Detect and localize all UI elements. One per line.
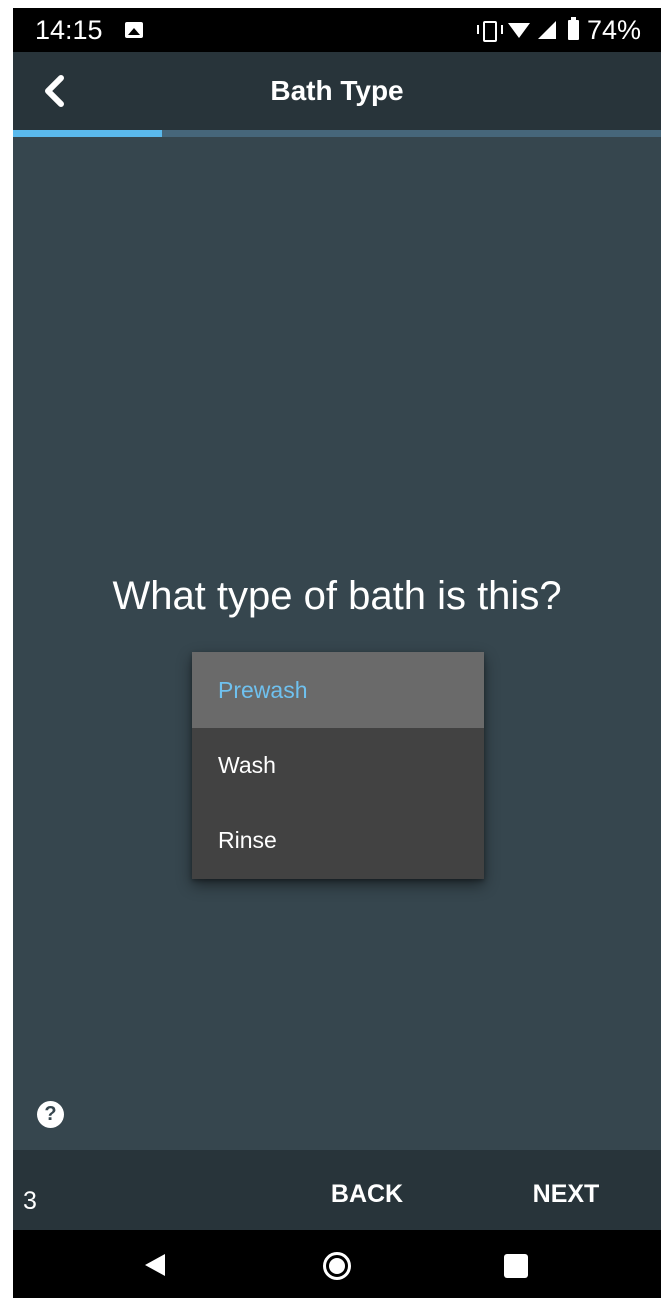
image-icon <box>125 22 143 38</box>
next-button[interactable]: NEXT <box>518 1175 614 1213</box>
system-nav-bar <box>13 1230 661 1298</box>
option-prewash[interactable]: Prewash <box>192 652 484 728</box>
question-text: What type of bath is this? <box>112 574 562 618</box>
vibrate-icon <box>476 19 503 42</box>
status-time: 14:15 <box>35 15 103 45</box>
option-rinse[interactable]: Rinse <box>192 803 484 878</box>
app-screen: 14:15 74% Bath Type What type of bath is… <box>13 8 661 1298</box>
battery-icon <box>567 17 579 40</box>
help-icon[interactable]: ? <box>37 1101 64 1128</box>
bottom-navigation-bar: 3 BACK NEXT <box>13 1150 661 1230</box>
option-wash[interactable]: Wash <box>192 728 484 803</box>
battery-percentage: 74% <box>586 15 641 45</box>
step-number: 3 <box>23 1187 37 1215</box>
page-title: Bath Type <box>270 75 404 106</box>
nav-back-icon[interactable] <box>145 1254 165 1276</box>
wifi-icon <box>507 21 530 39</box>
progress-bar <box>13 130 661 137</box>
progress-fill <box>13 130 163 137</box>
nav-home-icon[interactable] <box>323 1252 351 1280</box>
bath-type-dropdown-menu: Prewash Wash Rinse <box>192 652 484 879</box>
signal-icon <box>537 21 556 39</box>
nav-recents-icon[interactable] <box>504 1254 528 1278</box>
status-bar: 14:15 74% <box>13 8 661 52</box>
app-bar: Bath Type <box>13 52 661 130</box>
status-icons: 74% <box>476 15 641 45</box>
back-button[interactable]: BACK <box>319 1175 415 1213</box>
